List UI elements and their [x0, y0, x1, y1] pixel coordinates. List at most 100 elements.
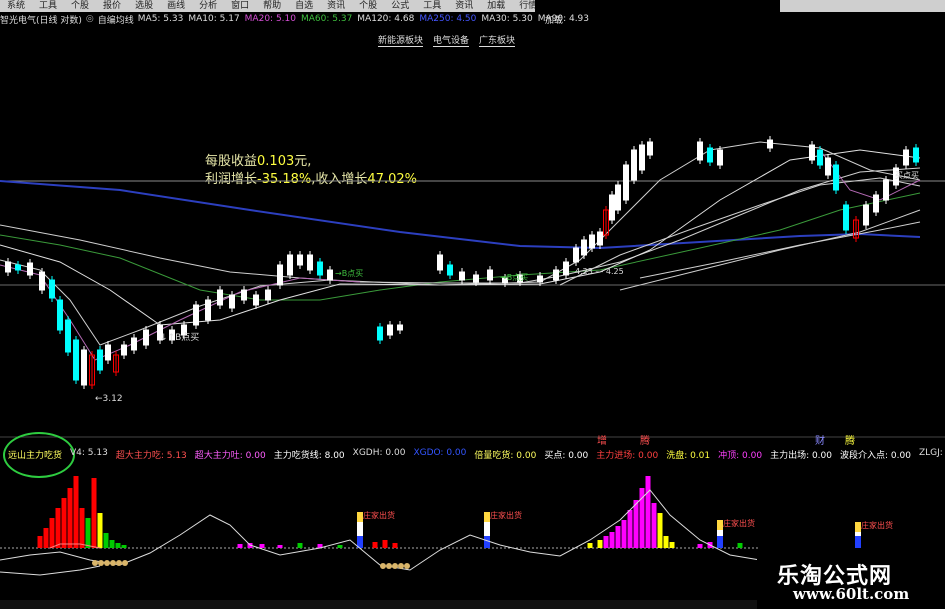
candle-body	[81, 349, 87, 386]
candle-body	[833, 164, 839, 191]
date-axis	[0, 600, 757, 609]
sub-chart-header: 远山主力吃货 V4: 5.13 超大主力吃: 5.13 超大主力吐: 0.00 主力吃…	[0, 446, 945, 462]
candle-body	[229, 294, 235, 309]
candle-body	[707, 147, 713, 163]
volume-bar	[297, 543, 303, 548]
sub-indicator-field: 主力吃货线: 8.00	[273, 450, 345, 461]
candle-body	[913, 147, 919, 163]
ma-line	[0, 167, 921, 284]
exit-marker-base	[855, 536, 861, 548]
volume-bar	[91, 478, 97, 548]
volume-bar	[633, 500, 639, 548]
candle-body	[297, 254, 303, 266]
sub-indicator-field: V4: 5.13	[70, 447, 108, 458]
signal-dot	[98, 560, 104, 566]
price-chart[interactable]: ←3.12↓↑B点买→B点买 →B点买4.23 — 4.25买点买庄家出货 庄家出货…	[0, 0, 945, 609]
signal-dot	[380, 563, 386, 569]
candle-body	[639, 144, 645, 171]
buy-point-label: →B点买	[335, 269, 363, 278]
volume-bar	[43, 528, 49, 548]
volume-bar	[697, 544, 703, 548]
volume-bar	[609, 532, 615, 548]
volume-bar	[639, 488, 645, 548]
ma250-line	[0, 180, 921, 250]
exit-label: 庄家出货	[490, 510, 522, 520]
candle-body	[27, 262, 33, 276]
candle-body	[809, 144, 815, 161]
candle-body	[241, 289, 247, 301]
candle-body	[73, 339, 79, 381]
candle-body	[473, 274, 479, 283]
watermark-url: www.60lt.com	[793, 585, 910, 603]
candle-body	[487, 269, 493, 281]
candle-body	[377, 326, 383, 341]
sub-indicator-field: 波段介入点: 0.00	[840, 450, 911, 461]
sub-indicator-title[interactable]: 远山主力吃货	[8, 448, 62, 461]
volume-bar	[651, 503, 657, 548]
candle-body	[903, 149, 909, 166]
volume-bar	[737, 543, 743, 548]
volume-bar	[49, 518, 55, 548]
candle-body	[717, 149, 723, 166]
candle-body	[317, 261, 323, 276]
volume-bar	[627, 510, 633, 548]
watermark: 乐淘公式网 www.60lt.com	[757, 552, 945, 609]
candle-body	[15, 264, 21, 271]
volume-bar	[587, 543, 593, 548]
candle-body	[105, 344, 111, 361]
signal-dot	[392, 563, 398, 569]
exit-label: 庄家出货	[363, 510, 395, 520]
sub-indicator-field: 主力进场: 0.00	[596, 450, 659, 461]
candle-body	[205, 299, 211, 321]
candle-body	[49, 279, 55, 299]
signal-dot	[92, 560, 98, 566]
candle-body	[767, 139, 773, 149]
candle-body	[573, 247, 579, 263]
volume-bar	[657, 513, 663, 548]
candle-body	[825, 157, 831, 176]
candle-body	[631, 149, 637, 181]
buy-point-label: 买点买	[895, 171, 919, 180]
candle-body	[39, 271, 45, 291]
candle-body	[537, 275, 543, 283]
exit-label: 庄家出货	[861, 520, 893, 530]
candle-body	[609, 194, 615, 221]
candle-body	[553, 269, 559, 281]
candle-body	[121, 344, 127, 356]
volume-bar	[621, 520, 627, 548]
volume-bar	[615, 526, 621, 548]
oscillator-curve	[0, 565, 101, 576]
sub-indicator-field: 洗盘: 0.01	[666, 450, 711, 461]
candle-body	[307, 254, 313, 271]
candle-body	[589, 234, 595, 249]
sub-indicator-field: XGDO: 0.00	[413, 447, 467, 458]
candle-body	[437, 254, 443, 271]
candle-body	[581, 239, 587, 256]
signal-dot	[104, 560, 110, 566]
candle-body	[217, 289, 223, 306]
sub-indicator-field: 超大主力吐: 0.00	[194, 450, 266, 461]
candle-body	[65, 319, 71, 353]
candle-body	[459, 271, 465, 281]
signal-dot	[122, 560, 128, 566]
candle-body	[131, 337, 137, 351]
ma-line	[0, 141, 921, 346]
low-price-label: ←3.12	[95, 394, 123, 404]
candle-body	[623, 164, 629, 201]
candle-body	[447, 264, 453, 276]
signal-dot	[386, 563, 392, 569]
volume-bar	[645, 476, 651, 548]
volume-bar	[103, 533, 109, 548]
volume-bar	[277, 545, 283, 548]
volume-bar	[73, 476, 79, 548]
volume-bar	[259, 544, 265, 548]
volume-bar	[372, 542, 378, 548]
candle-body	[387, 324, 393, 336]
candle-body	[143, 329, 149, 346]
volume-bar	[237, 544, 243, 548]
volume-bar	[669, 542, 675, 548]
exit-label: 庄家出货	[723, 518, 755, 528]
signal-dot	[116, 560, 122, 566]
candle-body	[597, 231, 603, 246]
exit-marker-base	[717, 536, 723, 548]
